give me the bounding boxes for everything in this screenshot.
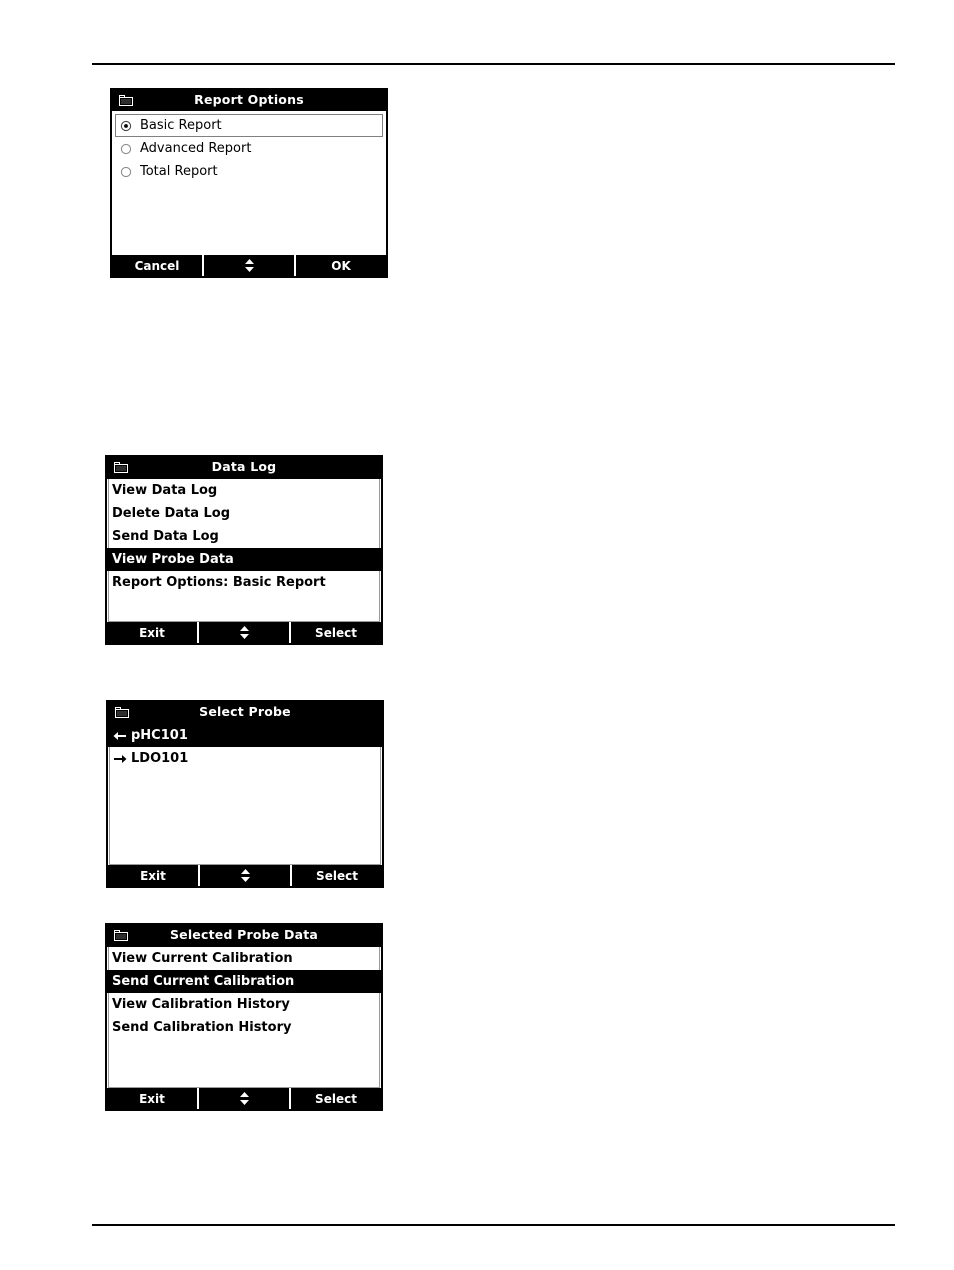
menu-item-label: Send Current Calibration — [112, 974, 295, 989]
lcd-screen-data-log: Data Log View Data Log Delete Data Log S… — [105, 455, 383, 645]
folder-icon — [119, 95, 133, 106]
lcd-screen-report-options: Report Options Basic Report Advanced Rep… — [110, 88, 388, 278]
softkey-select[interactable]: Select — [289, 1088, 381, 1109]
data-log-menu: View Data Log Delete Data Log Send Data … — [107, 478, 381, 622]
screen-body: Basic Report Advanced Report Total Repor… — [112, 111, 386, 276]
softkey-exit[interactable]: Exit — [108, 865, 198, 886]
selected-probe-data-menu: View Current Calibration Send Current Ca… — [107, 946, 381, 1088]
up-down-arrow-icon — [240, 869, 250, 882]
menu-empty-area — [108, 594, 380, 622]
folder-icon — [114, 462, 128, 473]
screen-body: View Current Calibration Send Current Ca… — [107, 946, 381, 1109]
radio-unselected-icon — [120, 143, 132, 154]
radio-option-label: Advanced Report — [140, 141, 252, 156]
menu-item-label: View Current Calibration — [112, 951, 293, 966]
menu-item-send-current-calibration[interactable]: Send Current Calibration — [107, 970, 381, 993]
title-bar: Report Options — [112, 90, 386, 111]
menu-item-probe-ldo101[interactable]: LDO101 — [109, 747, 381, 770]
menu-item-label: Report Options: Basic Report — [112, 575, 326, 590]
screen-body: pHC101 LDO101 Exit Select — [108, 723, 382, 886]
softkey-bar: Exit Select — [108, 865, 382, 886]
report-options-radio-group: Basic Report Advanced Report Total Repor… — [112, 111, 386, 255]
radio-option-label: Basic Report — [140, 118, 222, 133]
menu-item-label: View Calibration History — [112, 997, 290, 1012]
select-probe-menu: pHC101 LDO101 — [108, 723, 382, 865]
menu-item-label: pHC101 — [131, 728, 188, 743]
title-bar: Selected Probe Data — [107, 925, 381, 946]
softkey-bar: Cancel OK — [112, 255, 386, 276]
title-bar: Data Log — [107, 457, 381, 478]
softkey-scroll[interactable] — [197, 1088, 289, 1109]
screen-title: Selected Probe Data — [169, 926, 319, 942]
title-bar: Select Probe — [108, 702, 382, 723]
arrow-left-icon — [113, 731, 126, 740]
softkey-scroll[interactable] — [198, 865, 290, 886]
softkey-label: OK — [331, 258, 351, 273]
header-rule — [92, 63, 895, 65]
menu-empty-area — [108, 1039, 380, 1088]
folder-icon — [115, 707, 129, 718]
softkey-label: Select — [315, 625, 357, 640]
menu-item-label: Delete Data Log — [112, 506, 231, 521]
menu-item-send-data-log[interactable]: Send Data Log — [108, 525, 380, 548]
radio-option-advanced-report[interactable]: Advanced Report — [115, 137, 383, 160]
menu-item-label: Send Calibration History — [112, 1020, 292, 1035]
softkey-select[interactable]: Select — [289, 622, 381, 643]
radio-unselected-icon — [120, 166, 132, 177]
arrow-right-icon — [114, 754, 127, 763]
menu-item-label: View Probe Data — [112, 552, 234, 567]
screen-title: Data Log — [211, 458, 277, 474]
softkey-scroll[interactable] — [197, 622, 289, 643]
up-down-arrow-icon — [239, 1092, 249, 1105]
lcd-screen-select-probe: Select Probe pHC101 LDO101 Exit Select — [106, 700, 384, 888]
softkey-label: Exit — [139, 625, 165, 640]
folder-icon — [114, 930, 128, 941]
radio-option-label: Total Report — [140, 164, 218, 179]
menu-item-view-probe-data[interactable]: View Probe Data — [107, 548, 381, 571]
screen-title: Select Probe — [199, 703, 291, 719]
menu-item-report-options[interactable]: Report Options: Basic Report — [108, 571, 380, 594]
softkey-label: Cancel — [134, 258, 180, 273]
menu-item-label: Send Data Log — [112, 529, 219, 544]
screen-body: View Data Log Delete Data Log Send Data … — [107, 478, 381, 643]
menu-item-view-calibration-history[interactable]: View Calibration History — [108, 993, 380, 1016]
softkey-bar: Exit Select — [107, 622, 381, 643]
radio-selected-icon — [120, 120, 132, 131]
softkey-ok[interactable]: OK — [294, 255, 386, 276]
softkey-label: Select — [315, 1091, 357, 1106]
softkey-scroll[interactable] — [202, 255, 294, 276]
radio-option-total-report[interactable]: Total Report — [115, 160, 383, 183]
lcd-screen-selected-probe-data: Selected Probe Data View Current Calibra… — [105, 923, 383, 1111]
softkey-cancel[interactable]: Cancel — [112, 255, 202, 276]
menu-item-view-current-calibration[interactable]: View Current Calibration — [108, 947, 380, 970]
menu-empty-area — [109, 770, 381, 865]
up-down-arrow-icon — [239, 626, 249, 639]
menu-item-probe-phc101[interactable]: pHC101 — [108, 724, 382, 747]
softkey-label: Exit — [139, 1091, 165, 1106]
menu-item-label: View Data Log — [112, 483, 218, 498]
softkey-exit[interactable]: Exit — [107, 1088, 197, 1109]
softkey-label: Exit — [140, 868, 166, 883]
softkey-bar: Exit Select — [107, 1088, 381, 1109]
menu-item-label: LDO101 — [131, 751, 189, 766]
menu-item-delete-data-log[interactable]: Delete Data Log — [108, 502, 380, 525]
menu-item-send-calibration-history[interactable]: Send Calibration History — [108, 1016, 380, 1039]
softkey-select[interactable]: Select — [290, 865, 382, 886]
footer-rule — [92, 1224, 895, 1226]
softkey-exit[interactable]: Exit — [107, 622, 197, 643]
radio-option-basic-report[interactable]: Basic Report — [115, 114, 383, 137]
up-down-arrow-icon — [244, 259, 254, 272]
screen-title: Report Options — [194, 91, 304, 107]
menu-item-view-data-log[interactable]: View Data Log — [108, 479, 380, 502]
softkey-label: Select — [316, 868, 358, 883]
